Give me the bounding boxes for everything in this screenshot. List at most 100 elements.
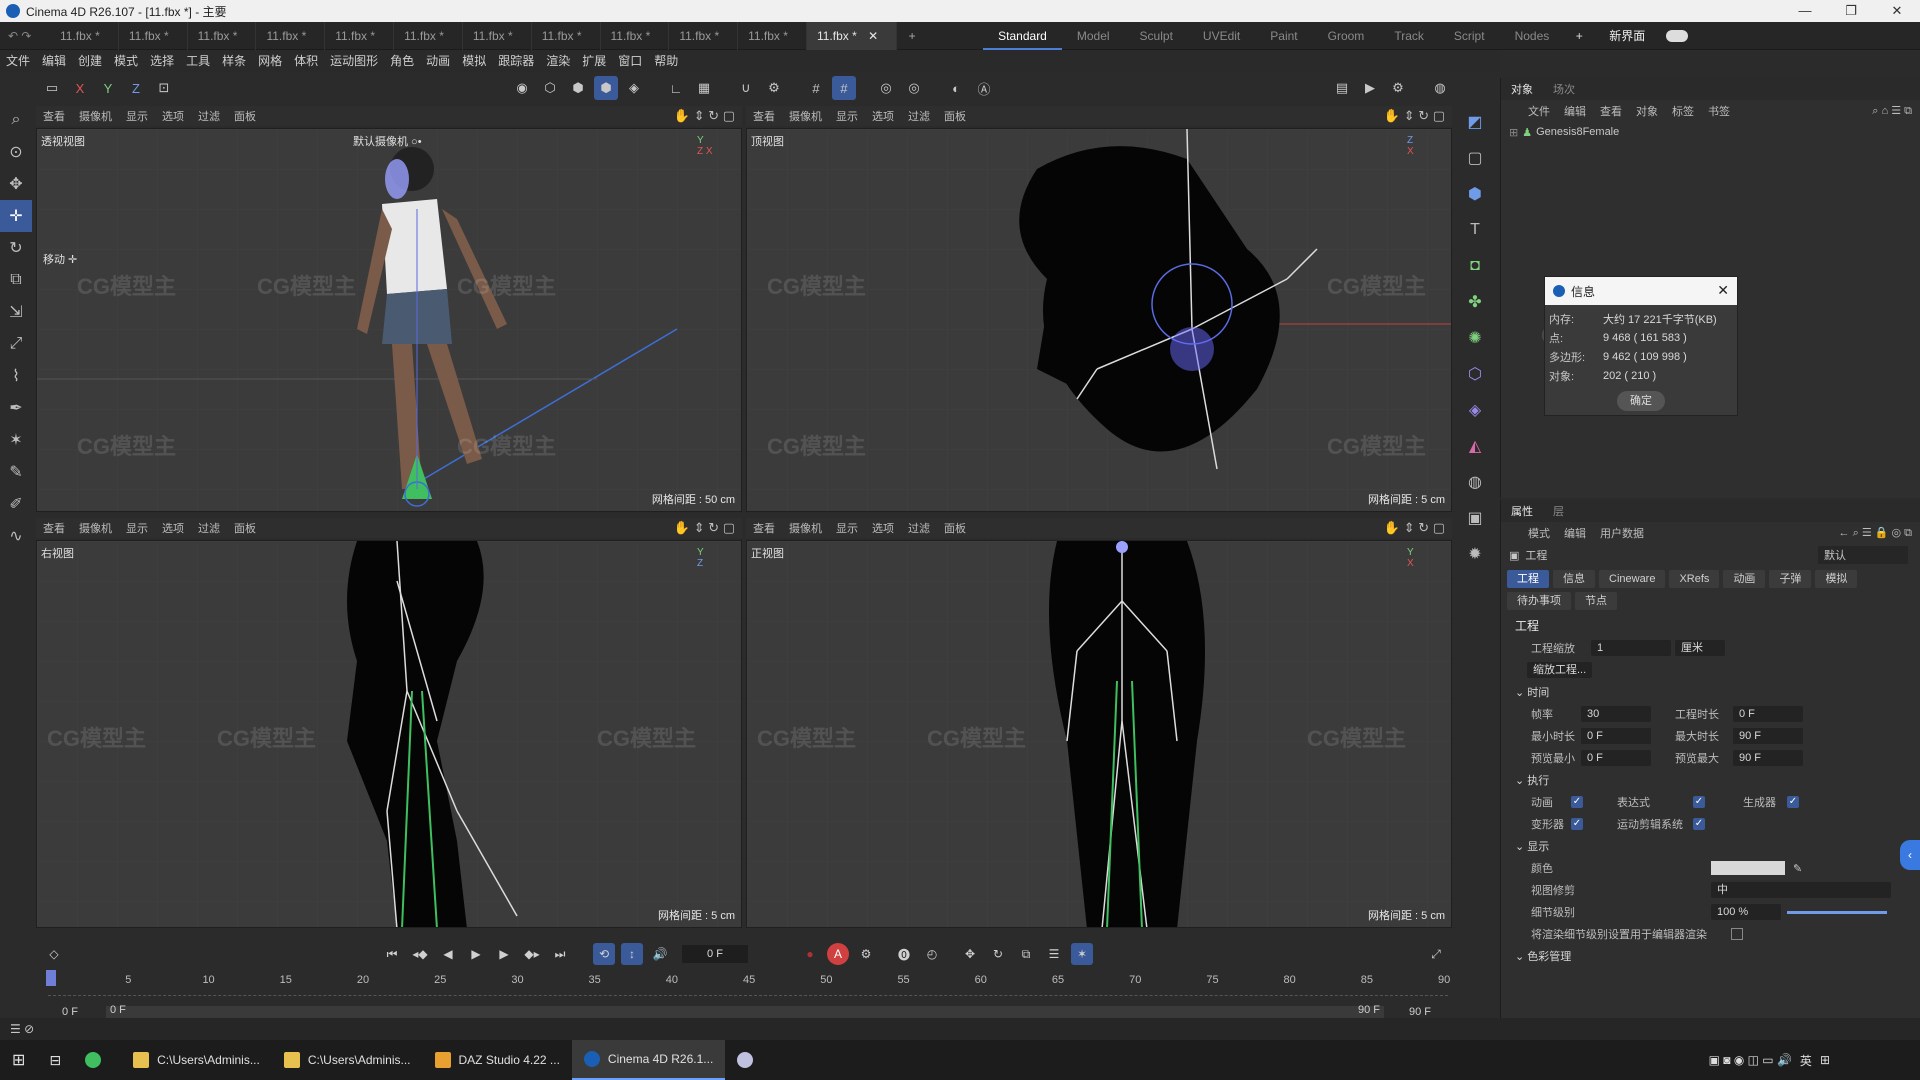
key-param-icon[interactable]: ☰ xyxy=(1043,943,1065,965)
field-icon[interactable]: ◈ xyxy=(1460,392,1490,428)
project-length-input[interactable]: 0 F xyxy=(1733,706,1803,722)
menu-volume[interactable]: 体积 xyxy=(288,50,324,72)
timeline-ruler[interactable]: 051015202530354045505560657075808590 xyxy=(48,968,1450,996)
ok-button[interactable]: 确定 xyxy=(1617,391,1665,411)
subtab-info[interactable]: 信息 xyxy=(1553,570,1595,588)
viewport-front[interactable]: 正视图 YX CG模型主 CG模型主 CG模型主 网格间距 : 5 cm xyxy=(746,540,1452,928)
exec-deformers-checkbox[interactable]: ✓ xyxy=(1571,818,1583,830)
close-button[interactable]: ✕ xyxy=(1874,0,1920,22)
viewport-nav-icons[interactable]: ✋ ⇕ ↻ ▢ xyxy=(1377,520,1452,536)
viewport-right[interactable]: 右视图 YZ CG模型主 CG模型主 CG模型主 网格间距 : 5 cm xyxy=(36,540,742,928)
minimize-button[interactable]: — xyxy=(1782,0,1828,22)
menu-render[interactable]: 渲染 xyxy=(540,50,576,72)
menu-simulate[interactable]: 模拟 xyxy=(456,50,492,72)
range-slider[interactable]: 0 F 90 F xyxy=(106,1004,1384,1018)
layout-tab-track[interactable]: Track xyxy=(1379,22,1439,50)
environment-icon[interactable]: ◍ xyxy=(1460,464,1490,500)
render-view-icon[interactable]: ▶ xyxy=(1358,76,1382,100)
uv-mode-icon[interactable]: ◈ xyxy=(622,76,646,100)
eyedropper-icon[interactable]: ✎ xyxy=(1793,862,1802,875)
viewport-solo-icon[interactable]: ◐ xyxy=(944,76,968,100)
layout-tab-nodes[interactable]: Nodes xyxy=(1500,22,1565,50)
vp-menu-panel[interactable]: 面板 xyxy=(937,520,973,536)
menu-mesh[interactable]: 网格 xyxy=(252,50,288,72)
live-selection-icon[interactable]: ⊙ xyxy=(0,136,32,168)
object-mode-icon[interactable]: ⬢ xyxy=(594,76,618,100)
max-length-input[interactable]: 90 F xyxy=(1733,728,1803,744)
doc-tab[interactable]: 11.fbx * xyxy=(188,21,257,50)
menu-tools[interactable]: 工具 xyxy=(180,50,216,72)
subtab-nodes[interactable]: 节点 xyxy=(1575,592,1617,610)
exec-motion-checkbox[interactable]: ✓ xyxy=(1693,818,1705,830)
vp-menu-camera[interactable]: 摄像机 xyxy=(72,520,119,536)
next-key-icon[interactable]: ◆▸ xyxy=(521,943,543,965)
vp-menu-panel[interactable]: 面板 xyxy=(937,108,973,124)
key-position-icon[interactable]: ✥ xyxy=(959,943,981,965)
next-frame-icon[interactable]: ▶ xyxy=(493,943,515,965)
subtab-project[interactable]: 工程 xyxy=(1507,570,1549,588)
previous-frame-icon[interactable]: ◀ xyxy=(437,943,459,965)
vp-menu-options[interactable]: 选项 xyxy=(865,520,901,536)
auto-solo-icon[interactable]: Ⓐ xyxy=(972,76,996,100)
doc-tab-active[interactable]: 11.fbx * ✕ xyxy=(806,21,898,50)
maximize-button[interactable]: ❐ xyxy=(1828,0,1874,22)
vp-menu-options[interactable]: 选项 xyxy=(155,108,191,124)
effector-icon[interactable]: ✺ xyxy=(1460,320,1490,356)
obj-menu-object[interactable]: 对象 xyxy=(1629,103,1665,119)
object-list-item[interactable]: ⊞ ♟ Genesis8Female xyxy=(1501,122,1920,142)
key-settings-icon[interactable]: ⚙ xyxy=(855,943,877,965)
model-mode-icon[interactable]: ▭ xyxy=(40,76,64,100)
doc-tab[interactable]: 11.fbx * xyxy=(256,21,326,50)
section-execution[interactable]: ⌄ 执行 xyxy=(1501,769,1920,791)
scale-input[interactable]: 1 xyxy=(1591,640,1671,656)
section-time[interactable]: ⌄ 时间 xyxy=(1501,681,1920,703)
key-rotation-icon[interactable]: ↻ xyxy=(987,943,1009,965)
obj-menu-view[interactable]: 查看 xyxy=(1593,103,1629,119)
render-region-icon[interactable]: ▤ xyxy=(1330,76,1354,100)
camera-icon[interactable]: ▣ xyxy=(1460,500,1490,536)
tab-takes[interactable]: 场次 xyxy=(1543,81,1585,97)
render-settings-icon[interactable]: ⚙ xyxy=(1386,76,1410,100)
vp-menu-filter[interactable]: 过滤 xyxy=(901,108,937,124)
menu-mode[interactable]: 模式 xyxy=(108,50,144,72)
subtab-simulation[interactable]: 模拟 xyxy=(1815,570,1858,588)
vp-menu-camera[interactable]: 摄像机 xyxy=(782,520,829,536)
viewport-nav-icons[interactable]: ✋ ⇕ ↻ ▢ xyxy=(667,108,742,124)
axis-mode-icon[interactable]: ∟ xyxy=(664,76,688,100)
browser-icon[interactable] xyxy=(73,1040,121,1080)
vp-menu-display[interactable]: 显示 xyxy=(829,520,865,536)
obj-menu-tags[interactable]: 标签 xyxy=(1665,103,1701,119)
doc-tab[interactable]: 11.fbx * xyxy=(532,21,601,50)
render-lod-checkbox[interactable] xyxy=(1731,928,1743,940)
layout-tab-paint[interactable]: Paint xyxy=(1255,22,1312,50)
taskbar-item[interactable]: DAZ Studio 4.22 ... xyxy=(423,1040,572,1080)
toggle-switch[interactable] xyxy=(1666,29,1689,42)
deformer-icon[interactable]: ⬡ xyxy=(1460,356,1490,392)
tab-attributes[interactable]: 属性 xyxy=(1501,503,1543,519)
redshift-icon[interactable]: ◍ xyxy=(1428,76,1452,100)
subtab-todo[interactable]: 待办事项 xyxy=(1507,592,1571,610)
key-lock-icon[interactable]: ⓿ xyxy=(893,943,915,965)
vp-menu-display[interactable]: 显示 xyxy=(119,520,155,536)
taskbar-item-active[interactable]: Cinema 4D R26.1... xyxy=(571,1040,726,1080)
autokey-icon[interactable]: A xyxy=(827,943,849,965)
cube-outline-icon[interactable]: ▢ xyxy=(1460,140,1490,176)
exec-expressions-checkbox[interactable]: ✓ xyxy=(1693,796,1705,808)
subtab-animation[interactable]: 动画 xyxy=(1723,570,1766,588)
subtab-bullet[interactable]: 子弹 xyxy=(1769,570,1812,588)
section-color-management[interactable]: ⌄ 色彩管理 xyxy=(1501,945,1920,967)
attr-nav-icons[interactable]: ← ⌕ ☰ 🔒 ◎ ⧉ xyxy=(1832,526,1920,540)
axis-z-toggle[interactable]: Z xyxy=(124,76,148,100)
spline-icon[interactable]: ✶ xyxy=(0,424,32,456)
lod-input[interactable]: 100 % xyxy=(1711,904,1781,920)
edges-mode-icon[interactable]: ⬡ xyxy=(538,76,562,100)
attr-menu-userdata[interactable]: 用户数据 xyxy=(1593,525,1651,541)
preview-range-icon[interactable]: ↕ xyxy=(621,943,643,965)
range-start[interactable]: 0 F xyxy=(40,1006,100,1018)
key-scale-icon[interactable]: ⧉ xyxy=(1015,943,1037,965)
color-swatch[interactable] xyxy=(1711,861,1785,875)
move-tool-icon[interactable]: ✛ xyxy=(0,200,32,232)
menu-edit[interactable]: 编辑 xyxy=(36,50,72,72)
viewport-nav-icons[interactable]: ✋ ⇕ ↻ ▢ xyxy=(1377,108,1452,124)
viewport-perspective[interactable]: 透视视图 默认摄像机 ○• 移动 ✛ YZ X CG模型主 CG模型主 CG模型… xyxy=(36,128,742,512)
